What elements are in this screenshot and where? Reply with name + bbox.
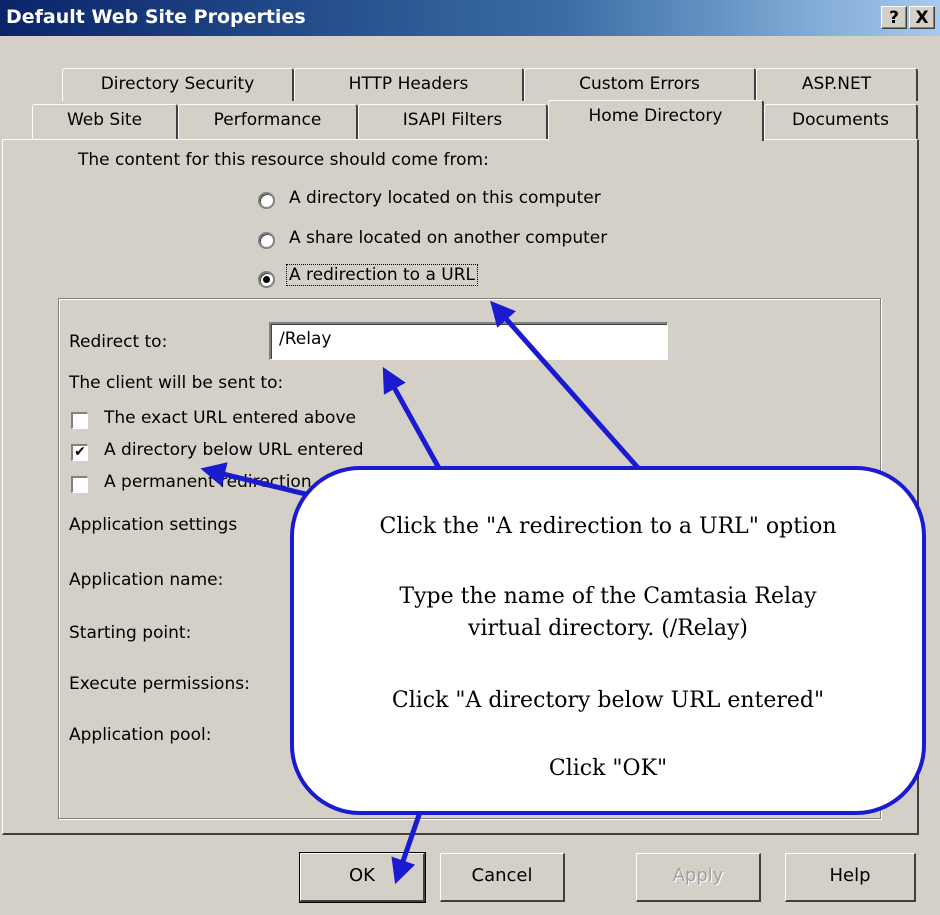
tab-custom-errors[interactable]: Custom Errors [524,68,756,101]
radio-url-redirection-label[interactable]: A redirection to a URL [285,264,479,286]
radio-url-redirection[interactable] [258,271,275,288]
source-prompt: The content for this resource should com… [78,150,489,170]
help-button[interactable]: Help [785,853,916,902]
execute-permissions-label: Execute permissions: [69,674,250,694]
checkbox-exact-url-label[interactable]: The exact URL entered above [104,408,356,428]
callout-line-4: Click "A directory below URL entered" [391,688,825,713]
close-title-button[interactable]: X [909,6,935,29]
cancel-button[interactable]: Cancel [440,853,565,902]
tab-directory-security[interactable]: Directory Security [62,68,294,101]
application-settings-heading: Application settings [69,515,238,535]
application-pool-label: Application pool: [69,725,212,745]
checkbox-directory-below[interactable]: ✔ [71,444,88,461]
application-name-label: Application name: [69,570,224,590]
tab-performance[interactable]: Performance [178,104,358,140]
client-sent-label: The client will be sent to: [69,373,284,393]
apply-button-label: Apply [672,865,724,886]
checkbox-permanent-redirect[interactable] [71,476,88,493]
tab-isapi-filters[interactable]: ISAPI Filters [358,104,548,140]
tab-home-directory[interactable]: Home Directory [548,100,764,141]
redirect-url-input[interactable]: /Relay [269,322,668,360]
ok-button-label: OK [349,865,375,886]
help-title-button[interactable]: ? [881,6,907,29]
apply-button[interactable]: Apply [636,853,761,902]
callout-line-2: Type the name of the Camtasia Relay [399,584,817,609]
help-button-label: Help [829,865,871,886]
callout-line-5: Click "OK" [548,756,668,781]
radio-local-directory[interactable] [258,192,275,209]
radio-network-share-label[interactable]: A share located on another computer [289,228,607,248]
callout-line-3: virtual directory. (/Relay) [468,616,748,641]
instruction-callout: Click the "A redirection to a URL" optio… [290,466,926,815]
radio-selected-dot [263,276,270,283]
tab-web-site[interactable]: Web Site [32,104,178,140]
checkbox-exact-url[interactable] [71,412,88,429]
tab-http-headers[interactable]: HTTP Headers [294,68,524,101]
checkbox-permanent-redirect-label[interactable]: A permanent redirection [104,472,312,492]
checkbox-directory-below-label[interactable]: A directory below URL entered [104,440,364,460]
radio-local-directory-label[interactable]: A directory located on this computer [289,188,601,208]
window-title: Default Web Site Properties [6,6,306,28]
radio-network-share[interactable] [258,232,275,249]
ok-button[interactable]: OK [299,852,426,903]
tab-asp-net[interactable]: ASP.NET [756,68,918,101]
callout-line-1: Click the "A redirection to a URL" optio… [379,514,837,539]
starting-point-label: Starting point: [69,623,192,643]
tab-documents[interactable]: Documents [764,104,918,140]
redirect-to-label: Redirect to: [69,332,168,352]
cancel-button-label: Cancel [471,865,533,886]
